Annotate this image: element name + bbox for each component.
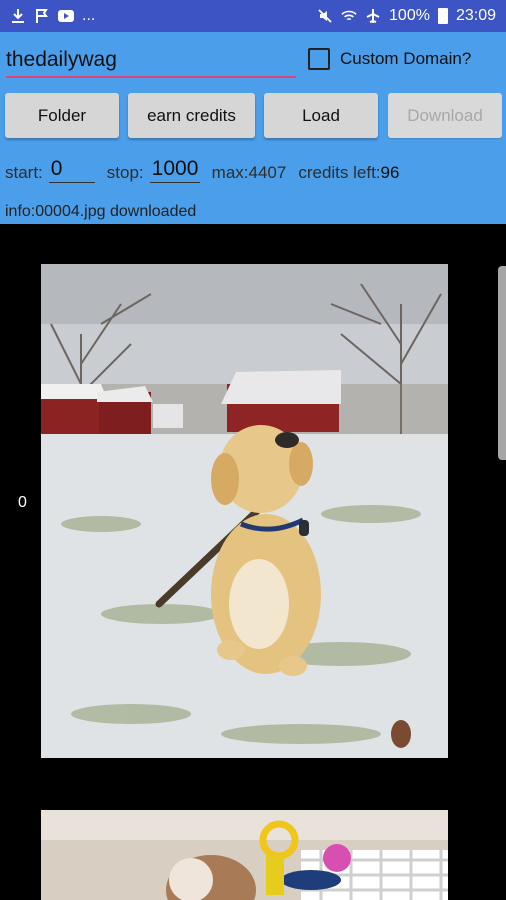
start-label: start: <box>5 163 43 182</box>
load-button[interactable]: Load <box>264 93 378 138</box>
earn-credits-button[interactable]: earn credits <box>128 93 255 138</box>
max-label: max: <box>211 163 249 182</box>
start-input[interactable]: 0 <box>48 158 95 183</box>
download-icon <box>10 8 26 24</box>
clock: 23:09 <box>455 7 496 24</box>
battery-percent: 100% <box>389 7 430 24</box>
control-panel: Custom Domain? Folder earn credits Load … <box>0 32 506 224</box>
scrollbar[interactable] <box>498 266 506 460</box>
status-bar: ... 100% 23:09 <box>0 0 506 32</box>
info-text: info:00004.jpg downloaded <box>5 203 197 220</box>
more-notifications: ... <box>82 7 96 24</box>
puppy-with-toys-image <box>41 810 448 900</box>
custom-domain-option[interactable]: Custom Domain? <box>308 48 471 70</box>
row-index: 0 <box>18 494 27 511</box>
stop-label: stop: <box>106 163 144 182</box>
download-button: Download <box>388 93 502 138</box>
puppy-in-snow-image <box>41 264 448 758</box>
puppy-photo[interactable] <box>41 264 448 758</box>
username-row <box>6 44 296 78</box>
max-value: 4407 <box>248 163 287 182</box>
airplane-icon <box>365 8 381 24</box>
username-input[interactable] <box>6 44 296 78</box>
credits-value: 96 <box>380 163 400 182</box>
youtube-icon <box>58 8 74 24</box>
next-photo-preview[interactable] <box>41 810 448 900</box>
wifi-icon <box>341 8 357 24</box>
battery-icon <box>437 8 448 24</box>
stats-row: start: 0 stop: 1000 max: 4407 credits le… <box>5 158 399 183</box>
toolbar: Folder earn credits Load Download <box>5 93 503 139</box>
image-gallery[interactable]: 0 <box>0 224 506 900</box>
stop-input[interactable]: 1000 <box>149 158 200 183</box>
folder-button[interactable]: Folder <box>5 93 119 138</box>
custom-domain-checkbox[interactable] <box>308 48 330 70</box>
flag-icon <box>34 8 50 24</box>
custom-domain-label: Custom Domain? <box>340 49 472 68</box>
mute-icon <box>317 8 333 24</box>
credits-label: credits left: <box>298 163 381 182</box>
